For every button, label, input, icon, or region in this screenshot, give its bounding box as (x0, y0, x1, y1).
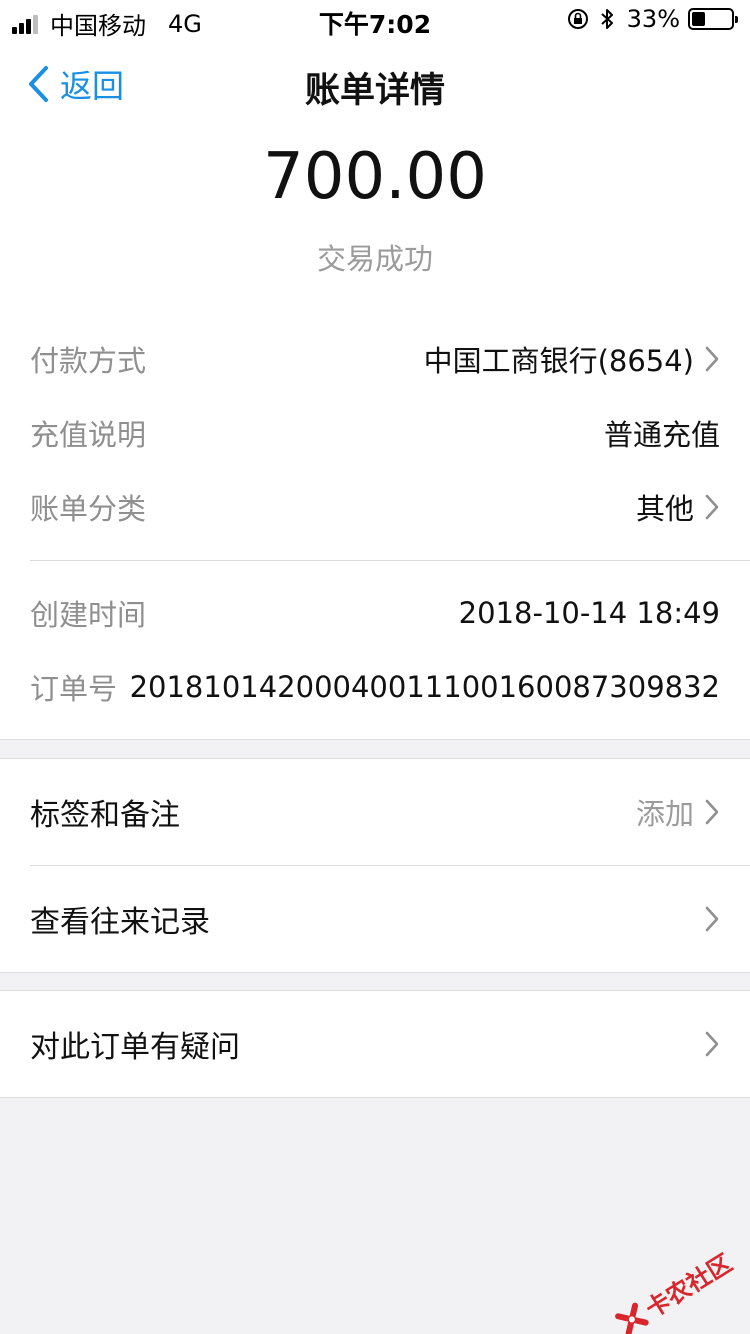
tags-notes-action: 添加 (636, 791, 720, 833)
history-records-action (694, 905, 720, 933)
transaction-status: 交易成功 (316, 242, 433, 276)
order-question-item[interactable]: 对此订单有疑问 (0, 991, 750, 1097)
order-number-label: 订单号 (30, 672, 118, 706)
actions-card: 标签和备注 添加 查看往来记录 (0, 758, 750, 973)
history-records-label: 查看往来记录 (30, 905, 210, 940)
status-right: 33% (567, 5, 738, 33)
bill-category-row[interactable]: 账单分类 其他 (30, 482, 720, 532)
navigation-bar: 返回 账单详情 (0, 40, 750, 128)
rotation-lock-icon (567, 9, 588, 29)
payment-method-row[interactable]: 付款方式 中国工商银行(8654) (30, 334, 720, 384)
question-card: 对此订单有疑问 (0, 990, 750, 1098)
bill-summary-card: 700.00 交易成功 付款方式 中国工商银行(8654) 充值说明 普通充值 … (0, 128, 750, 740)
bill-detail-screen: 中国移动 4G 下午7:02 33% 返回 账单详情 700.00 交易成功 付… (0, 0, 750, 1334)
status-bar: 中国移动 4G 下午7:02 33% (0, 0, 750, 40)
chevron-right-icon (705, 906, 719, 932)
order-question-label: 对此订单有疑问 (30, 1030, 240, 1065)
watermark: 卡农社区 (610, 1244, 737, 1334)
created-time-row: 创建时间 2018-10-14 18:49 (30, 588, 720, 638)
watermark-text: 卡农社区 (640, 1248, 738, 1324)
bluetooth-icon (600, 9, 613, 29)
recharge-desc-value: 普通充值 (603, 418, 720, 452)
battery-level (692, 12, 705, 26)
section-divider (30, 560, 750, 561)
order-number-value: 20181014200040011100160087309832 (129, 670, 720, 704)
payment-method-label: 付款方式 (30, 344, 147, 378)
battery-percent: 33% (626, 5, 680, 33)
history-records-item[interactable]: 查看往来记录 (0, 866, 750, 972)
battery-icon (688, 8, 738, 30)
bill-category-value-group: 其他 (636, 486, 720, 528)
chevron-right-icon (705, 1031, 719, 1057)
tags-add-label: 添加 (635, 797, 694, 831)
created-time-value: 2018-10-14 18:49 (458, 596, 720, 630)
chevron-right-icon (705, 494, 719, 520)
bill-category-label: 账单分类 (30, 492, 147, 526)
amount-value: 700.00 (263, 140, 487, 214)
chevron-right-icon (705, 799, 719, 825)
tags-notes-label: 标签和备注 (30, 798, 180, 833)
order-number-row: 订单号 20181014200040011100160087309832 (30, 662, 720, 712)
recharge-desc-row: 充值说明 普通充值 (30, 408, 720, 458)
page-title: 账单详情 (304, 71, 445, 111)
payment-method-value: 中国工商银行(8654) (423, 344, 694, 378)
chevron-right-icon (705, 346, 719, 372)
payment-method-value-group: 中国工商银行(8654) (424, 338, 720, 380)
created-time-label: 创建时间 (30, 598, 147, 632)
order-question-action (694, 1030, 720, 1058)
tags-notes-item[interactable]: 标签和备注 添加 (0, 759, 750, 865)
bill-category-value: 其他 (635, 492, 694, 526)
recharge-desc-label: 充值说明 (30, 418, 147, 452)
